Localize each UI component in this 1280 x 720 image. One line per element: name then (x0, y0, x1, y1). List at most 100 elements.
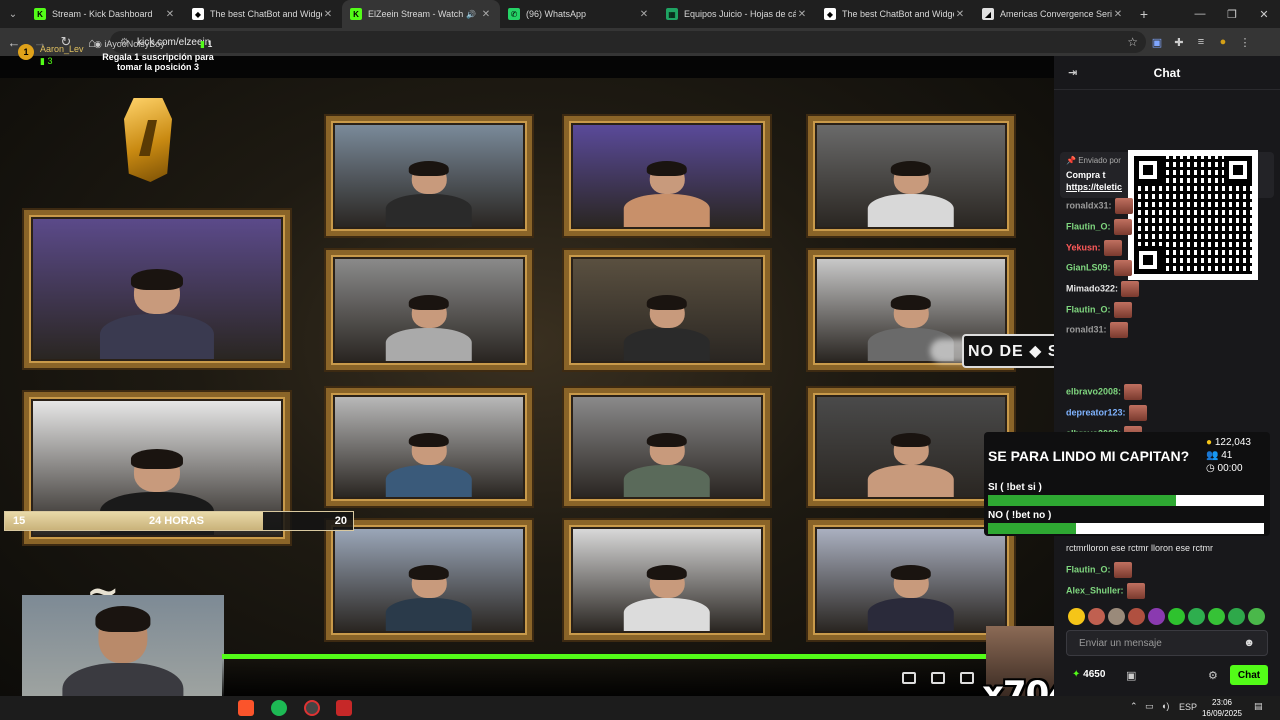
browser-tab[interactable]: ◆ The best ChatBot and Widgets ✕ (184, 0, 342, 28)
brave-browser-icon[interactable] (238, 700, 254, 716)
chat-username[interactable]: depreator123: (1066, 407, 1126, 417)
notifications-icon[interactable]: ▤ (1254, 701, 1263, 712)
webcam-frame (326, 520, 532, 640)
tab-close-icon[interactable]: ✕ (954, 9, 966, 20)
browser-tab[interactable]: K Stream - Kick Dashboard ✕ (26, 0, 184, 28)
url-input[interactable]: ⚙ kick.com/elzeein ☆ (110, 31, 1146, 53)
person-figure (623, 161, 711, 227)
chat-settings-icon[interactable]: ⚙ (1208, 669, 1218, 682)
chat-username[interactable]: Yekusn: (1066, 242, 1101, 252)
browser-tab[interactable]: ◆ The best ChatBot and Widgets ✕ (816, 0, 974, 28)
browser-tab[interactable]: ▦ Equipos Juicio - Hojas de cálculo✕ (658, 0, 816, 28)
webcam-feed (335, 529, 523, 631)
browser-tab[interactable]: ✆ (96) WhatsApp ✕ (500, 0, 658, 28)
qr-code (1128, 150, 1258, 280)
emote-icon[interactable] (1088, 608, 1105, 625)
tab-close-icon[interactable]: ✕ (1112, 9, 1124, 20)
emote-icon[interactable] (1148, 608, 1165, 625)
chat-emote-icon (1103, 240, 1122, 256)
webcam-frame (326, 250, 532, 370)
tab-close-icon[interactable]: ✕ (480, 9, 492, 20)
miniplayer-icon[interactable] (902, 672, 916, 684)
emote-icon[interactable] (1228, 608, 1245, 625)
chat-username[interactable]: Mimado322: (1066, 283, 1118, 293)
emote-icon[interactable] (1208, 608, 1225, 625)
chat-username[interactable]: ronaldx31: (1066, 200, 1112, 210)
chat-username[interactable]: Alex_Shuller: (1066, 585, 1124, 595)
emote-icon[interactable] (1168, 608, 1185, 625)
translate-icon[interactable]: ▣ (1146, 31, 1168, 53)
poll-option-no: NO ( !bet no ) (988, 510, 1052, 521)
webcam-frame (24, 210, 290, 368)
tab-search-icon[interactable]: ⌄ (0, 0, 26, 28)
channel-points[interactable]: ✦ 4650 (1072, 669, 1105, 680)
chat-username[interactable]: elbravo2008: (1066, 386, 1121, 396)
gift-icon[interactable]: ▣ (1126, 669, 1136, 682)
emote-icon[interactable] (1068, 608, 1085, 625)
chat-username[interactable]: GianLS09: (1066, 262, 1111, 272)
streamer-figure (62, 605, 184, 696)
poll-voters: 41 (1221, 450, 1233, 461)
browser-tab[interactable]: ◢ Americas Convergence Series 2✕ (974, 0, 1132, 28)
restore-icon[interactable]: ❐ (1216, 0, 1248, 28)
volume-icon[interactable]: ◖) (1161, 701, 1169, 711)
chat-send-button[interactable]: Chat (1230, 665, 1268, 685)
gift-sub-prompt[interactable]: Regala 1 suscripción para tomar la posic… (92, 52, 224, 72)
tab-close-icon[interactable]: ✕ (638, 9, 650, 20)
media-controls-icon[interactable]: ≡ (1190, 31, 1212, 53)
chat-username[interactable]: Flautin_O: (1066, 221, 1111, 231)
close-window-icon[interactable]: ✕ (1248, 0, 1280, 28)
spotify-icon[interactable] (271, 700, 287, 716)
chat-message: Flautin_O: (1066, 302, 1132, 318)
collapse-chat-icon[interactable]: ⇥ (1068, 66, 1077, 79)
leaderboard-rank-badge: 1 (18, 44, 34, 60)
timer-label: 24 HORAS (149, 515, 205, 527)
tab-audio-icon[interactable]: 🔊 (466, 10, 476, 19)
leaderboard-second-name[interactable]: ◉ iAyooNoisyBoy (94, 39, 165, 50)
browser-tab[interactable]: K ElZeein Stream - Watch Live🔊 ✕ (342, 0, 500, 28)
emote-icon[interactable] (1128, 608, 1145, 625)
profile-avatar-icon[interactable]: ● (1212, 31, 1234, 53)
chat-text: rctmrlloron ese rctmr lloron ese rctmr (1066, 543, 1214, 553)
tab-close-icon[interactable]: ✕ (796, 9, 808, 20)
tab-close-icon[interactable]: ✕ (164, 9, 176, 20)
dota-icon[interactable] (336, 700, 352, 716)
bookmark-star-icon[interactable]: ☆ (1127, 35, 1138, 49)
chat-emote-icon (1121, 281, 1140, 297)
emote-icon[interactable] (1188, 608, 1205, 625)
chat-message: depreator123: (1066, 405, 1147, 421)
obs-icon[interactable] (304, 700, 320, 716)
chat-message: Flautin_O: (1066, 219, 1132, 235)
chat-title: Chat (1153, 65, 1181, 80)
chat-message: ronaldx31: (1066, 198, 1133, 214)
tray-chevron-icon[interactable]: ⌃ (1130, 701, 1138, 712)
chat-footer: ✦ 4650 ▣ ⚙ Chat (1054, 660, 1280, 690)
theater-mode-icon[interactable] (931, 672, 945, 684)
emoji-picker-icon[interactable]: ☻ (1243, 637, 1255, 649)
fullscreen-icon[interactable] (960, 672, 974, 684)
stream-video[interactable]: ~ 15 24 HORAS 20 NO DE ◆ ST ◆ SA x704 (0, 56, 1054, 696)
leaderboard-second-count: ▮ 1 (200, 39, 213, 49)
tab-close-icon[interactable]: ✕ (322, 9, 334, 20)
chat-emote-icon (1113, 562, 1132, 578)
network-icon[interactable]: ▭ (1145, 701, 1154, 712)
leaderboard-first-count: ▮ 3 (40, 56, 53, 66)
minimize-icon[interactable]: — (1184, 0, 1216, 28)
poll-question: SE PARA LINDO MI CAPITAN? (988, 448, 1190, 464)
chat-username[interactable]: Flautin_O: (1066, 564, 1111, 574)
new-tab-button[interactable]: + (1132, 6, 1156, 22)
chat-username[interactable]: Flautin_O: (1066, 304, 1111, 314)
webcam-feed (335, 125, 523, 227)
chat-message-input[interactable]: Enviar un mensaje ☻ (1066, 630, 1268, 656)
browser-menu-icon[interactable]: ⋮ (1234, 31, 1256, 53)
webcam-frame (326, 388, 532, 506)
leaderboard-first-name[interactable]: Aaron_Lev (40, 44, 84, 54)
scrolling-banner: NO DE ◆ ST ◆ SA (962, 334, 1054, 368)
emote-icon[interactable] (1248, 608, 1265, 625)
chat-username[interactable]: ronald31: (1066, 324, 1107, 334)
language-indicator[interactable]: ESP (1179, 702, 1197, 712)
system-clock[interactable]: 23:06 16/09/2025 (1196, 697, 1248, 719)
extensions-icon[interactable]: ✚ (1168, 31, 1190, 53)
poll-option-si: SI ( !bet si ) (988, 482, 1042, 493)
emote-icon[interactable] (1108, 608, 1125, 625)
